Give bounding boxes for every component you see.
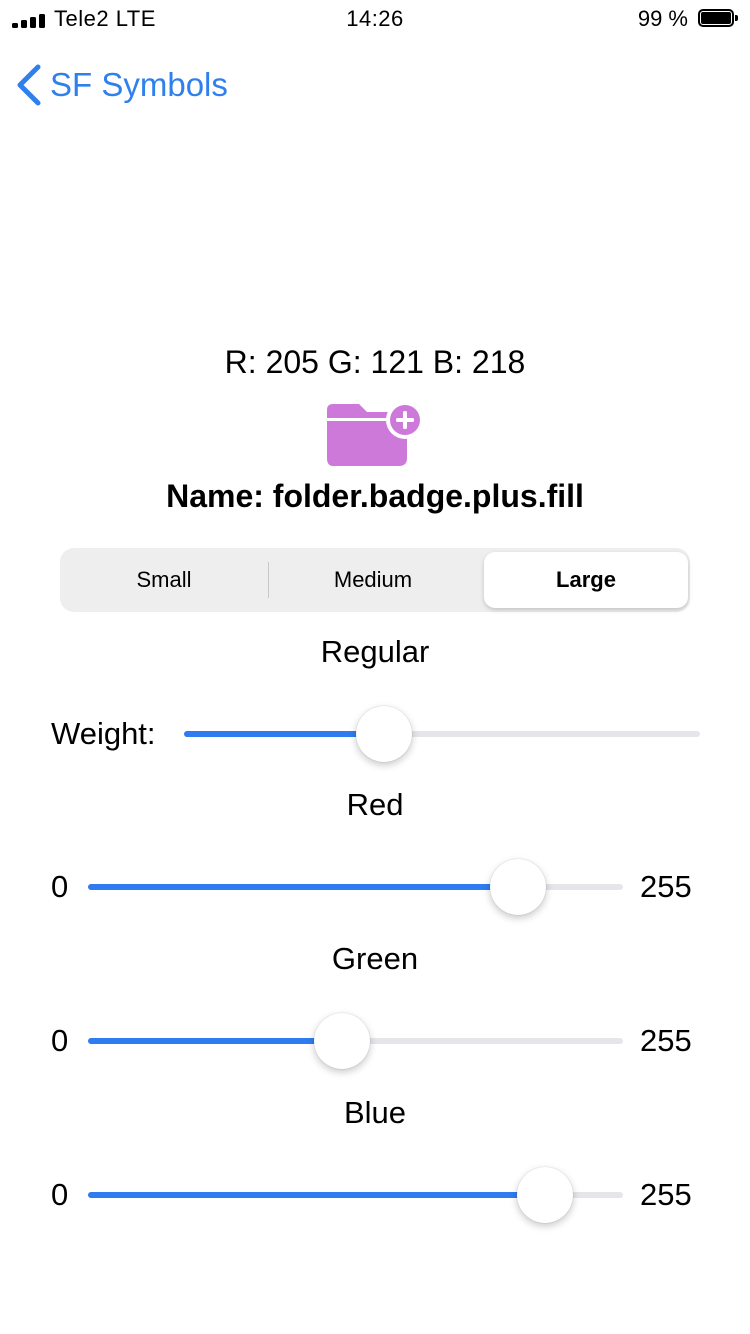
segment-medium[interactable]: Medium [269,548,477,612]
blue-min-label: 0 [51,1177,69,1212]
green-title: Green [331,941,419,976]
weight-slider-fill [184,731,385,737]
red-slider-fill [88,884,519,890]
battery-icon [698,9,738,29]
rgb-readout: R: 205 G: 121 B: 218 [224,344,526,380]
symbol-name: Name: folder.badge.plus.fill [166,478,584,514]
blue-title: Blue [343,1095,407,1130]
chevron-left-icon [17,64,41,106]
battery-percent: 99 % [637,6,688,31]
status-bar: Tele2 LTE 14:26 99 % [0,0,750,40]
weight-slider[interactable] [184,731,700,737]
segment-small[interactable]: Small [60,548,268,612]
green-min-label: 0 [51,1023,69,1058]
weight-label: Weight: [51,716,156,751]
green-slider-thumb[interactable] [313,1013,370,1069]
red-title: Red [346,787,404,822]
back-button-label: SF Symbols [50,66,228,103]
green-max-label: 255 [640,1023,692,1058]
blue-max-label: 255 [640,1177,692,1212]
green-slider-fill [88,1038,342,1044]
red-min-label: 0 [51,869,69,904]
size-segmented-control: Small Medium Large [60,548,690,612]
weight-title: Regular [320,634,430,669]
blue-slider-thumb[interactable] [517,1167,574,1223]
back-button[interactable]: SF Symbols [14,60,228,110]
red-slider-thumb[interactable] [490,859,547,915]
segment-large[interactable]: Large [484,552,688,608]
red-max-label: 255 [640,869,692,904]
blue-slider-fill [88,1192,546,1198]
weight-slider-thumb[interactable] [356,706,413,762]
folder-badge-plus-fill-icon [325,400,425,472]
